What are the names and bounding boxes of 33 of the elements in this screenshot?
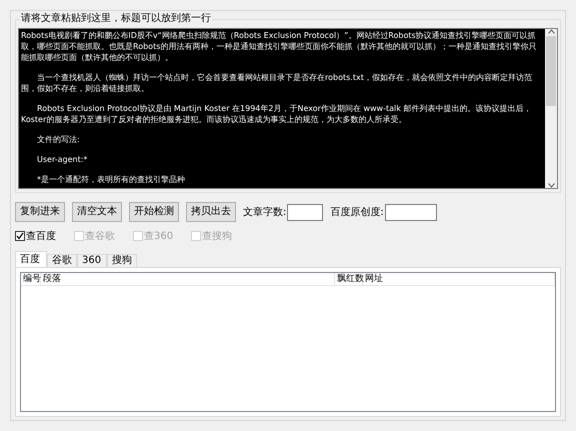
paragraph: Robots电视剧看了的和鹏公布ID股不v“网络爬虫扫除规范（Robots Exclusion Protocol）”。网站经过Robots协议通知查找引擎哪些页面可以抓取，哪些页面不能抓取。也既是Robots的用法有两种，一种是通知查找引擎哪些页面你不能抓（默许其他的就可以抓）；一种是通知查找引擎你只能抓取哪些页面（默许其他的不可以抓）。 bbox=[21, 30, 538, 63]
field-label: 百度原创度: bbox=[330, 206, 384, 220]
paragraph: *是一个通配符，表明所有的查找引擎品种 bbox=[36, 174, 186, 185]
action-button[interactable]: 清空文本 bbox=[72, 202, 122, 222]
paragraph: 文件的写法: bbox=[36, 134, 81, 145]
checkbox-box[interactable] bbox=[15, 231, 25, 241]
input-field[interactable] bbox=[384, 204, 437, 220]
input-field[interactable] bbox=[287, 204, 324, 220]
action-button[interactable]: 拷贝出去 bbox=[186, 202, 236, 222]
scrollbar[interactable] bbox=[545, 29, 557, 188]
checkbox-label: 查百度 bbox=[26, 230, 56, 244]
column-header[interactable]: 段落 bbox=[41, 273, 335, 285]
column-header[interactable]: 编号 bbox=[21, 273, 41, 285]
scroll-up-icon[interactable] bbox=[548, 29, 554, 34]
tab[interactable]: 360 bbox=[77, 254, 107, 267]
paragraph: User-agent:* bbox=[36, 154, 88, 165]
paragraph: Robots Exclusion Protocol协议是由 Martijn Koster 在1994年2月，于Nexor作业期间在 www-talk 邮件列表中提出的。该协议提出后，Koster的服务器乃至遭到了反对者的拒绝服务进犯。而该协议迅速成为事实上的规范，为大多数的人所承受。 bbox=[21, 103, 532, 125]
checkbox-label: 查谷歌 bbox=[85, 230, 115, 244]
field-label: 文章字数: bbox=[243, 206, 286, 220]
action-button[interactable]: 复制进来 bbox=[15, 202, 65, 222]
checkbox-label: 查搜狗 bbox=[202, 230, 232, 244]
tab[interactable]: 百度 bbox=[15, 251, 47, 267]
scroll-down-icon[interactable] bbox=[548, 183, 554, 188]
checkbox[interactable]: 查百度 bbox=[15, 228, 56, 244]
tab[interactable]: 搜狗 bbox=[107, 254, 137, 267]
action-button[interactable]: 开始检测 bbox=[129, 202, 179, 222]
check-icon bbox=[16, 232, 24, 240]
column-header[interactable]: 飘红数 bbox=[335, 273, 363, 285]
paragraph: 当一个查找机器人（蜘蛛）拜访一个站点时，它会首要查看网站根目录下是否存在robots.txt，假如存在，就会依照文件中的内容断定拜访范围，假如不存在，则沿着链接抓取。 bbox=[21, 72, 533, 94]
checkbox-label: 查360 bbox=[144, 230, 174, 244]
scroll-thumb[interactable] bbox=[546, 36, 556, 106]
tab[interactable]: 谷歌 bbox=[47, 254, 77, 267]
column-header[interactable]: 网址 bbox=[363, 273, 555, 285]
